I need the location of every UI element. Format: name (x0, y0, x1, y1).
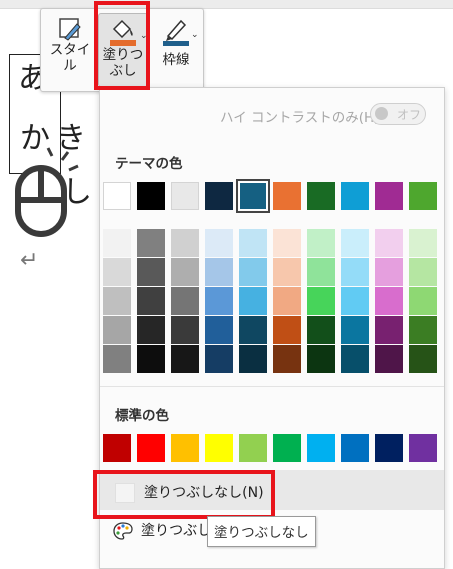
theme-shade-swatch[interactable] (205, 316, 233, 344)
theme-shade-swatch[interactable] (375, 258, 403, 286)
theme-color-swatch[interactable] (205, 182, 233, 210)
standard-color-swatch[interactable] (103, 434, 131, 462)
standard-color-swatch[interactable] (171, 434, 199, 462)
border-dropdown-arrow-icon[interactable]: ⌄ (191, 27, 199, 43)
standard-color-swatch[interactable] (239, 434, 267, 462)
theme-shade-swatch[interactable] (137, 229, 165, 257)
standard-color-swatch[interactable] (307, 434, 335, 462)
theme-shade-swatch[interactable] (239, 287, 267, 315)
theme-shade-swatch[interactable] (307, 316, 335, 344)
theme-shade-swatch[interactable] (103, 287, 131, 315)
theme-shade-swatch[interactable] (171, 287, 199, 315)
theme-shade-swatch[interactable] (205, 287, 233, 315)
style-button[interactable]: スタイル (47, 13, 93, 91)
theme-shade-swatch[interactable] (273, 229, 301, 257)
theme-shade-swatch[interactable] (409, 229, 437, 257)
standard-color-swatch[interactable] (409, 434, 437, 462)
theme-color-swatch[interactable] (375, 182, 403, 210)
theme-shade-swatch[interactable] (341, 229, 369, 257)
theme-shade-swatch[interactable] (137, 345, 165, 373)
pen-border-icon (163, 19, 189, 46)
theme-shade-swatch[interactable] (171, 258, 199, 286)
theme-shade-swatch[interactable] (273, 258, 301, 286)
theme-color-swatch[interactable] (307, 182, 335, 210)
standard-color-swatch[interactable] (205, 434, 233, 462)
theme-shade-swatch[interactable] (239, 229, 267, 257)
theme-shade-swatch[interactable] (103, 258, 131, 286)
theme-shade-swatch[interactable] (273, 287, 301, 315)
theme-color-swatch[interactable] (137, 182, 165, 210)
theme-color-swatch[interactable] (409, 182, 437, 210)
standard-color-swatch[interactable] (375, 434, 403, 462)
standard-color-swatch[interactable] (137, 434, 165, 462)
theme-shade-swatch[interactable] (239, 258, 267, 286)
theme-shade-swatch[interactable] (375, 229, 403, 257)
border-button[interactable]: ⌄ 枠線 (151, 13, 201, 91)
shape-style-icon (59, 18, 81, 41)
theme-shade-swatch[interactable] (375, 316, 403, 344)
no-fill-tooltip: 塗りつぶしなし (207, 516, 316, 547)
standard-color-swatch[interactable] (273, 434, 301, 462)
theme-shade-swatch[interactable] (375, 287, 403, 315)
theme-shade-swatch[interactable] (409, 345, 437, 373)
high-contrast-label: ハイ コントラストのみ(H) (220, 110, 380, 126)
theme-shade-swatch[interactable] (341, 258, 369, 286)
theme-shade-swatch[interactable] (341, 316, 369, 344)
fill-button-highlight (94, 1, 150, 90)
high-contrast-row: ハイ コントラストのみ(H) オフ (220, 103, 434, 126)
theme-shade-swatch[interactable] (205, 258, 233, 286)
divider (100, 386, 444, 387)
color-palette-icon (113, 522, 133, 540)
theme-shade-swatch[interactable] (341, 345, 369, 373)
theme-shade-swatch[interactable] (205, 345, 233, 373)
theme-shade-swatch[interactable] (137, 316, 165, 344)
border-button-label: 枠線 (162, 52, 190, 68)
theme-shade-swatch[interactable] (171, 229, 199, 257)
theme-shade-swatch[interactable] (103, 316, 131, 344)
theme-shade-swatch[interactable] (409, 287, 437, 315)
theme-shade-swatch[interactable] (273, 345, 301, 373)
theme-color-swatch[interactable] (171, 182, 199, 210)
theme-shade-swatch[interactable] (341, 287, 369, 315)
theme-shade-swatch[interactable] (171, 316, 199, 344)
theme-shade-swatch[interactable] (273, 316, 301, 344)
theme-shade-swatch[interactable] (103, 345, 131, 373)
theme-color-swatch[interactable] (103, 182, 131, 210)
theme-shade-swatch[interactable] (375, 345, 403, 373)
toggle-state-label: オフ (397, 108, 422, 122)
standard-color-swatch[interactable] (341, 434, 369, 462)
theme-shade-swatch[interactable] (205, 229, 233, 257)
theme-shade-swatch[interactable] (307, 287, 335, 315)
mouse-click-icon (15, 147, 79, 237)
theme-colors-title: テーマの色 (115, 156, 183, 172)
theme-shade-swatch[interactable] (137, 258, 165, 286)
high-contrast-toggle[interactable]: オフ (370, 103, 426, 125)
theme-shade-swatch[interactable] (171, 345, 199, 373)
theme-shade-swatch[interactable] (239, 316, 267, 344)
style-button-label: スタイル (49, 42, 91, 74)
theme-shade-swatch[interactable] (239, 345, 267, 373)
theme-shade-swatch[interactable] (307, 229, 335, 257)
theme-shade-swatch[interactable] (409, 258, 437, 286)
paragraph-return-mark: ↵ (20, 248, 39, 273)
theme-shade-swatch[interactable] (307, 258, 335, 286)
theme-shade-swatch[interactable] (307, 345, 335, 373)
theme-color-swatch[interactable] (273, 182, 301, 210)
standard-colors-title: 標準の色 (115, 408, 169, 424)
theme-shade-swatch[interactable] (409, 316, 437, 344)
theme-color-swatch[interactable] (341, 182, 369, 210)
no-fill-highlight (93, 470, 275, 519)
theme-shade-swatch[interactable] (103, 229, 131, 257)
theme-shade-swatch[interactable] (137, 287, 165, 315)
theme-color-swatch[interactable] (236, 179, 270, 213)
toggle-knob (375, 107, 388, 120)
